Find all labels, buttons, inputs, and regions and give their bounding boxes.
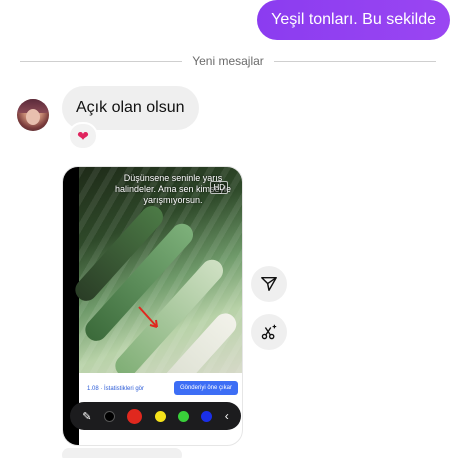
new-messages-divider: Yeni mesajlar <box>20 54 437 68</box>
remix-button[interactable] <box>251 314 287 350</box>
color-swatch-black[interactable] <box>103 410 115 422</box>
avatar[interactable] <box>17 99 49 131</box>
scissors-sparkle-icon <box>261 324 277 340</box>
sent-message-bubble[interactable]: Yeşil tonları. Bu sekilde <box>257 0 450 40</box>
share-button[interactable] <box>251 266 287 302</box>
heart-reaction-icon[interactable]: ❤ <box>68 122 98 150</box>
chevron-left-icon[interactable]: ‹ <box>225 409 229 423</box>
post-info-row: 1.08 · İstatistikleri gör Gönderiyi öne … <box>79 373 242 403</box>
color-swatch-yellow[interactable] <box>154 410 166 422</box>
drawing-color-toolbar: ✎ ‹ <box>70 402 241 430</box>
sent-message-text: Yeşil tonları. Bu sekilde <box>271 11 436 28</box>
divider-label: Yeni mesajlar <box>192 54 264 68</box>
send-icon <box>261 276 277 292</box>
next-message-bubble <box>62 448 182 458</box>
boost-post-button[interactable]: Gönderiyi öne çıkar <box>173 381 238 395</box>
red-arrow-annotation <box>138 306 158 328</box>
divider-line-left <box>20 60 183 62</box>
color-swatch-red[interactable] <box>127 408 143 424</box>
stats-link[interactable]: 1.08 · İstatistikleri gör <box>87 386 144 392</box>
color-swatch-green[interactable] <box>177 410 189 422</box>
pencil-icon[interactable]: ✎ <box>82 410 91 423</box>
hd-badge: HD <box>210 181 228 194</box>
color-swatch-blue[interactable] <box>201 410 213 422</box>
post-image[interactable]: Düşünsene seninle yarış halindeler. Ama … <box>70 167 242 406</box>
divider-line-right <box>273 60 437 62</box>
received-message-text: Açık olan olsun <box>76 99 185 116</box>
